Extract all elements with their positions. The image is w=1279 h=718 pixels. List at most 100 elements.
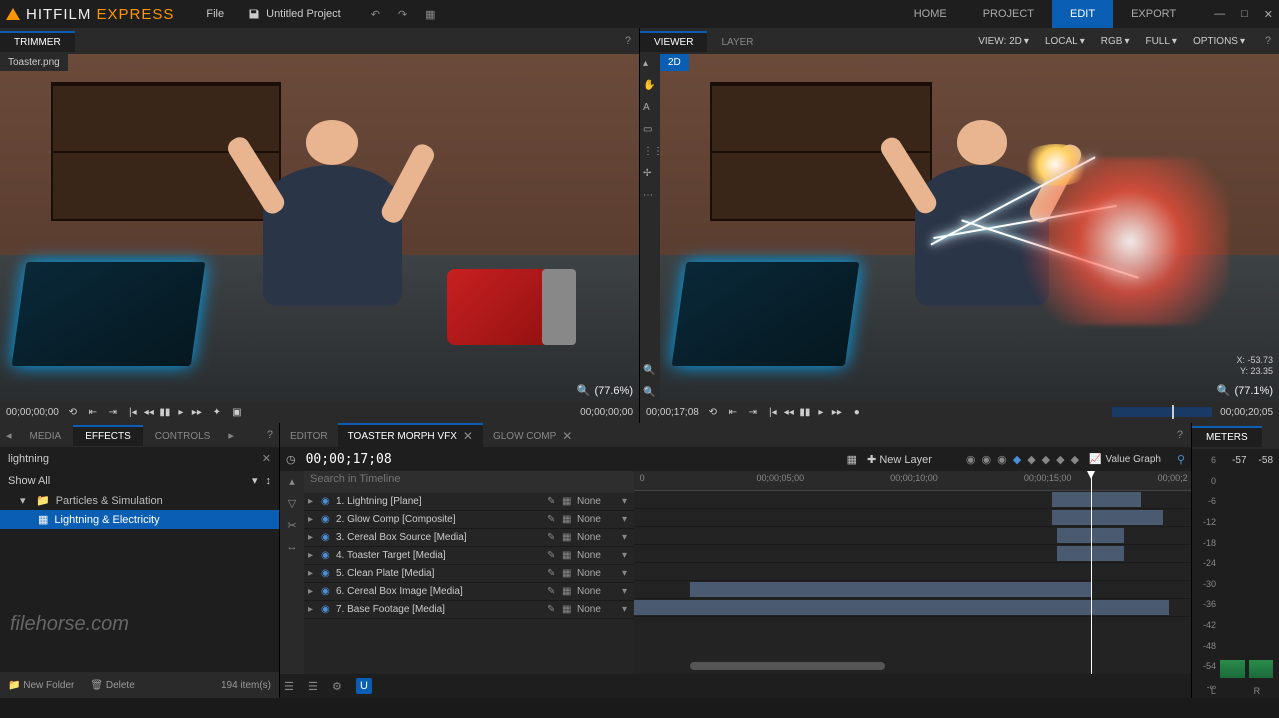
help-icon[interactable]: ? xyxy=(261,429,279,441)
step-back-icon[interactable]: ◂◂ xyxy=(783,407,795,418)
link-icon[interactable]: ▦ xyxy=(562,532,572,543)
kf-add-icon[interactable]: ◉ xyxy=(982,453,992,466)
ellipsis-icon[interactable]: ⋯ xyxy=(643,190,657,204)
viewer-tab[interactable]: VIEWER xyxy=(640,31,707,52)
play-icon[interactable]: ▸ xyxy=(175,407,187,418)
step-fwd-icon[interactable]: ▸▸ xyxy=(831,407,843,418)
tree-item-selected[interactable]: ▦ Lightning & Electricity xyxy=(0,510,279,529)
tab-comp-1[interactable]: TOASTER MORPH VFX ✕ xyxy=(338,423,483,447)
filter-icon[interactable]: ▽ xyxy=(288,497,296,511)
view-mode-select[interactable]: VIEW: 2D ▾ xyxy=(972,34,1035,49)
scrubber[interactable] xyxy=(1112,407,1212,417)
trimmer-tab[interactable]: TRIMMER xyxy=(0,31,75,52)
tab-controls[interactable]: CONTROLS xyxy=(143,425,223,446)
visibility-icon[interactable]: ◉ xyxy=(321,496,331,507)
link-icon[interactable]: ▦ xyxy=(562,550,572,561)
help-icon[interactable]: ? xyxy=(1169,429,1191,441)
chevron-down-icon[interactable]: ▾ xyxy=(622,568,630,579)
expand-icon[interactable]: ▸ xyxy=(308,604,316,615)
help-icon[interactable]: ? xyxy=(1265,35,1271,47)
kf-next-icon[interactable]: ◉ xyxy=(997,453,1007,466)
filter-dropdown[interactable]: Show All xyxy=(8,475,252,487)
mask-icon[interactable]: ▭ xyxy=(643,124,657,138)
layer-row[interactable]: ▸◉6. Cereal Box Image [Media]✎▦None▾ xyxy=(304,583,634,601)
viewer-mode-badge[interactable]: 2D xyxy=(660,54,689,71)
chevron-right-icon[interactable]: ▸ xyxy=(222,429,240,442)
visibility-icon[interactable]: ◉ xyxy=(321,568,331,579)
zoom-in-icon[interactable]: 🔍 xyxy=(643,365,657,379)
blend-mode[interactable]: None xyxy=(577,496,617,507)
value-graph-toggle[interactable]: 📈 Value Graph xyxy=(1089,454,1161,465)
rgb-select[interactable]: RGB ▾ xyxy=(1095,34,1136,49)
expand-icon[interactable]: ▸ xyxy=(308,550,316,561)
layer-row[interactable]: ▸◉1. Lightning [Plane]✎▦None▾ xyxy=(304,493,634,511)
pencil-icon[interactable]: ✎ xyxy=(547,496,557,507)
expand-icon[interactable]: ▸ xyxy=(308,586,316,597)
expand-icon[interactable]: ▸ xyxy=(308,496,316,507)
expand-icon[interactable]: ▸ xyxy=(308,568,316,579)
out-icon[interactable]: ⇥ xyxy=(107,407,119,418)
tab-edit[interactable]: EDIT xyxy=(1052,0,1113,28)
step-fwd-icon[interactable]: ▸▸ xyxy=(191,407,203,418)
link-icon[interactable]: ▦ xyxy=(562,514,572,525)
pencil-icon[interactable]: ✎ xyxy=(547,514,557,525)
link-icon[interactable]: ▦ xyxy=(562,604,572,615)
layer-row[interactable]: ▸◉7. Base Footage [Media]✎▦None▾ xyxy=(304,601,634,619)
chevron-left-icon[interactable]: ◂ xyxy=(0,429,18,442)
chevron-down-icon[interactable]: ▾ xyxy=(622,550,630,561)
blend-mode[interactable]: None xyxy=(577,604,617,615)
move-icon[interactable]: ✢ xyxy=(643,168,657,182)
kf-diamond-icon[interactable]: ◆ xyxy=(1056,453,1064,466)
effects-search-input[interactable] xyxy=(8,453,262,465)
select-tool-icon[interactable]: ▴ xyxy=(289,475,295,489)
chevron-down-icon[interactable]: ▾ xyxy=(622,496,630,507)
viewer-viewport[interactable]: 2D X: -53.73 Y: 23.35 🔍 (7 xyxy=(660,54,1279,401)
close-tab-icon[interactable]: ✕ xyxy=(562,429,572,443)
blend-mode[interactable]: None xyxy=(577,550,617,561)
snap-toggle[interactable]: U xyxy=(356,678,372,694)
local-select[interactable]: LOCAL ▾ xyxy=(1039,34,1091,49)
timeline-timecode[interactable]: 00;00;17;08 xyxy=(306,452,392,467)
kf-diamond-icon[interactable]: ◆ xyxy=(1071,453,1079,466)
hand-icon[interactable]: ✋ xyxy=(643,80,657,94)
clear-search-icon[interactable]: ✕ xyxy=(262,452,271,465)
full-select[interactable]: FULL ▾ xyxy=(1139,34,1182,49)
anchor-icon[interactable]: ⋮⋮ xyxy=(643,146,657,160)
playhead[interactable] xyxy=(1091,471,1092,674)
new-layer-button[interactable]: ✚ New Layer xyxy=(867,453,932,466)
timeline-tracks[interactable]: 0 00;00;05;00 00;00;10;00 00;00;15;00 00… xyxy=(634,471,1191,674)
pencil-icon[interactable]: ✎ xyxy=(547,604,557,615)
link-icon[interactable]: ▦ xyxy=(562,568,572,579)
snapshot-icon[interactable]: ▣ xyxy=(231,407,243,418)
pause-icon[interactable]: ▮▮ xyxy=(159,407,171,418)
delete-button[interactable]: 🗑 Delete xyxy=(90,680,134,691)
maximize-icon[interactable]: □ xyxy=(1241,8,1248,21)
marker-icon[interactable]: ✦ xyxy=(211,407,223,418)
visibility-icon[interactable]: ◉ xyxy=(321,532,331,543)
blend-mode[interactable]: None xyxy=(577,514,617,525)
meters-tab[interactable]: METERS xyxy=(1192,426,1262,447)
pencil-icon[interactable]: ✎ xyxy=(547,532,557,543)
tab-media[interactable]: MEDIA xyxy=(18,425,74,446)
pause-icon[interactable]: ▮▮ xyxy=(799,407,811,418)
record-icon[interactable]: ● xyxy=(851,407,863,418)
blend-mode[interactable]: None xyxy=(577,568,617,579)
expand-icon[interactable]: ▸ xyxy=(308,532,316,543)
loop-icon[interactable]: ⟲ xyxy=(67,407,79,418)
kf-diamond-icon[interactable]: ◆ xyxy=(1027,453,1035,466)
chevron-down-icon[interactable]: ▾ xyxy=(622,514,630,525)
viewer-zoom[interactable]: 🔍 (77.1%) xyxy=(1217,384,1273,397)
kf-diamond-icon[interactable]: ◆ xyxy=(1042,453,1050,466)
slice-tool-icon[interactable]: ✂ xyxy=(287,519,296,533)
blend-mode[interactable]: None xyxy=(577,532,617,543)
tracks-icon[interactable]: ☰ xyxy=(308,680,324,693)
tab-editor[interactable]: EDITOR xyxy=(280,425,338,446)
menu-file[interactable]: File xyxy=(206,8,224,20)
timeline-scrollbar[interactable] xyxy=(690,662,885,670)
layer-row[interactable]: ▸◉3. Cereal Box Source [Media]✎▦None▾ xyxy=(304,529,634,547)
pencil-icon[interactable]: ✎ xyxy=(547,586,557,597)
tab-effects[interactable]: EFFECTS xyxy=(73,425,143,446)
expand-icon[interactable]: ▸ xyxy=(308,514,316,525)
in-icon[interactable]: ⇤ xyxy=(727,407,739,418)
stopwatch-icon[interactable]: ◷ xyxy=(286,453,296,466)
